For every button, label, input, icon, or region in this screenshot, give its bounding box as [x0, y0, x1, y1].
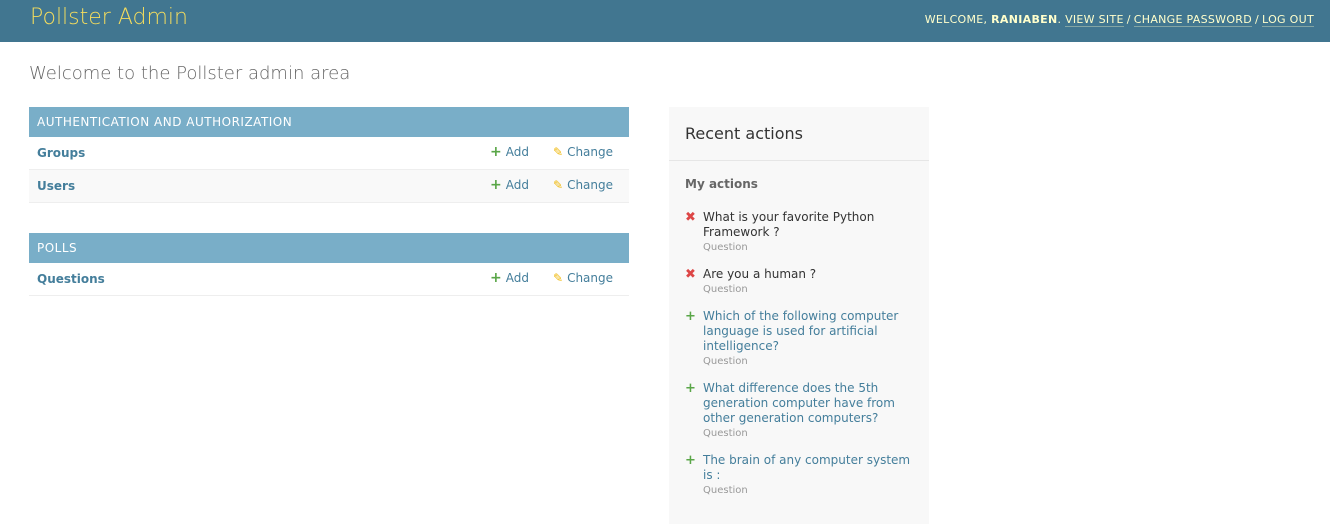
action-content-type: Question: [703, 356, 748, 367]
add-label: Add: [505, 145, 529, 159]
user-tools: WELCOME, RANIABEN. VIEW SITE / CHANGE PASS…: [924, 13, 1314, 27]
action-content-type: Question: [703, 242, 748, 253]
action-link[interactable]: What difference does the 5th generation …: [703, 381, 918, 426]
module-caption-auth[interactable]: AUTHENTICATION AND AUTHORIZATION: [29, 107, 629, 137]
model-row-groups: Groups + Add ✎ Change: [29, 137, 629, 170]
plus-icon: +: [490, 270, 502, 286]
module-auth: AUTHENTICATION AND AUTHORIZATION Groups …: [29, 107, 629, 203]
pencil-icon: ✎: [553, 178, 564, 192]
divider: [669, 160, 929, 161]
add-label: Add: [505, 271, 529, 285]
action-link[interactable]: Which of the following computer language…: [703, 309, 918, 354]
my-actions-heading: My actions: [685, 177, 758, 191]
pencil-icon: ✎: [553, 145, 564, 159]
questions-add-link[interactable]: + Add: [490, 271, 529, 285]
plus-icon: +: [685, 381, 696, 396]
change-label: Change: [567, 271, 614, 285]
pencil-icon: ✎: [553, 271, 564, 285]
separator: /: [1255, 13, 1260, 26]
plus-icon: +: [490, 177, 502, 193]
groups-link[interactable]: Groups: [37, 146, 85, 160]
groups-add-link[interactable]: + Add: [490, 145, 529, 159]
questions-link[interactable]: Questions: [37, 272, 105, 286]
log-out-link[interactable]: LOG OUT: [1262, 13, 1314, 27]
groups-change-link[interactable]: ✎ Change: [553, 145, 613, 159]
users-add-link[interactable]: + Add: [490, 178, 529, 192]
welcome-text: WELCOME,: [924, 13, 988, 26]
header: Pollster Admin WELCOME, RANIABEN. VIEW S…: [0, 0, 1330, 42]
cross-icon: ✖: [685, 267, 696, 282]
site-brand-link[interactable]: Pollster Admin: [30, 5, 188, 30]
change-password-link[interactable]: CHANGE PASSWORD: [1133, 13, 1253, 27]
separator: /: [1126, 13, 1131, 26]
plus-icon: +: [685, 309, 696, 324]
cross-icon: ✖: [685, 210, 696, 225]
change-label: Change: [567, 145, 614, 159]
action-text: Are you a human ?: [703, 267, 817, 281]
action-content-type: Question: [703, 284, 748, 295]
model-row-questions: Questions + Add ✎ Change: [29, 263, 629, 296]
action-text: What is your favorite Python Framework ?: [703, 210, 875, 239]
plus-icon: +: [490, 144, 502, 160]
plus-icon: +: [685, 453, 696, 468]
questions-change-link[interactable]: ✎ Change: [553, 271, 613, 285]
module-polls: POLLS Questions + Add ✎ Change: [29, 233, 629, 296]
page-title: Welcome to the Pollster admin area: [29, 63, 351, 84]
add-label: Add: [505, 178, 529, 192]
action-link[interactable]: The brain of any computer system is :: [703, 453, 918, 483]
change-label: Change: [567, 178, 614, 192]
users-link[interactable]: Users: [37, 179, 75, 193]
username: RANIABEN: [991, 13, 1058, 26]
recent-actions-title: Recent actions: [685, 124, 803, 143]
module-caption-polls[interactable]: POLLS: [29, 233, 629, 263]
users-change-link[interactable]: ✎ Change: [553, 178, 613, 192]
recent-actions-panel: Recent actions My actions ✖ What is your…: [669, 107, 929, 524]
action-content-type: Question: [703, 428, 748, 439]
model-row-users: Users + Add ✎ Change: [29, 170, 629, 203]
action-content-type: Question: [703, 485, 748, 496]
view-site-link[interactable]: VIEW SITE: [1065, 13, 1124, 27]
